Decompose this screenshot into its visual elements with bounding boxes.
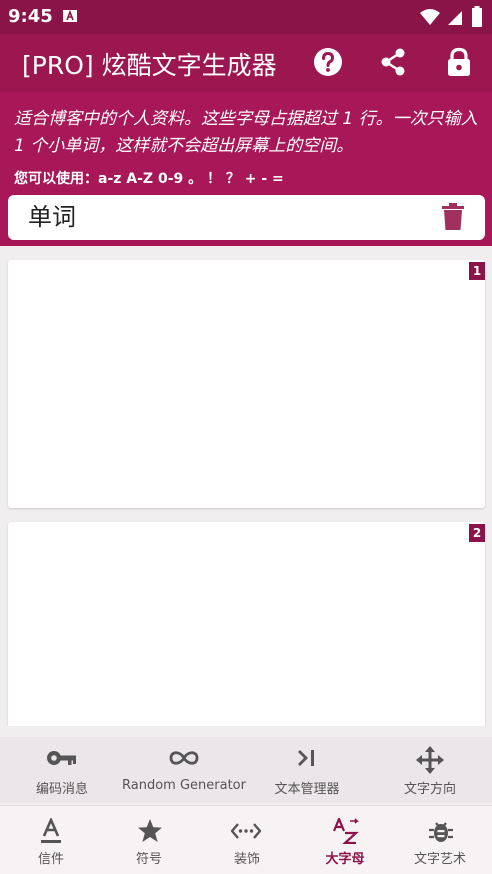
subnav-label: 文本管理器 — [274, 782, 340, 797]
star-icon — [138, 819, 162, 842]
share-icon[interactable] — [377, 46, 409, 78]
notification-icon — [63, 9, 77, 22]
page-title: [PRO] 炫酷文字生成器 — [22, 51, 277, 80]
bug-icon — [429, 822, 453, 842]
description-text: 适合博客中的个人资料。这些字母占据超过 1 行。一次只输入 1 个小单词，这样就… — [14, 109, 478, 156]
subnav-label: 文字方向 — [403, 782, 456, 797]
battery-icon — [472, 6, 482, 27]
status-time: 9:45 — [8, 6, 53, 27]
code-dots-icon — [231, 823, 261, 839]
subnav-encode-message[interactable]: 编码消息 — [8, 737, 116, 803]
result-card[interactable]: 1 — [8, 260, 485, 508]
tab-symbols[interactable]: 符号 — [100, 806, 198, 874]
sort-az-icon — [332, 818, 359, 844]
word-input-box — [8, 195, 485, 240]
signal-icon — [448, 11, 462, 25]
result-list[interactable]: 1 2 — [0, 246, 492, 726]
secondary-nav: 编码消息 Random Generator 文本管理器 文字方向 — [0, 737, 492, 803]
card-index-badge: 2 — [469, 524, 485, 542]
text-cursor-icon — [298, 750, 314, 766]
tab-big-letters[interactable]: 大字母 — [296, 806, 394, 874]
subnav-random-generator[interactable]: Random Generator — [122, 737, 246, 803]
word-input[interactable] — [28, 200, 428, 234]
allowed-chars-text: 您可以使用：a-z A-Z 0-9 。 ！ ？ + - = — [14, 171, 284, 187]
subnav-label: Random Generator — [122, 778, 246, 793]
lock-icon[interactable] — [443, 46, 475, 78]
subnav-text-direction[interactable]: 文字方向 — [374, 737, 486, 803]
move-arrows-icon — [416, 746, 444, 774]
tab-label: 符号 — [135, 852, 162, 867]
bottom-nav: 信件 符号 装饰 大字母 文字艺术 — [0, 805, 492, 874]
tab-label: 装饰 — [233, 852, 260, 867]
subnav-label: 编码消息 — [35, 782, 88, 797]
tab-decorations[interactable]: 装饰 — [198, 806, 296, 874]
tab-label: 文字艺术 — [413, 852, 466, 867]
app-bar: [PRO] 炫酷文字生成器 — [0, 34, 492, 92]
tab-letters[interactable]: 信件 — [2, 806, 100, 874]
wifi-icon — [420, 9, 440, 25]
key-icon — [47, 751, 76, 765]
card-index-badge: 1 — [469, 262, 485, 280]
subnav-text-manager[interactable]: 文本管理器 — [256, 737, 358, 803]
result-card[interactable]: 2 — [8, 522, 485, 726]
tab-text-art[interactable]: 文字艺术 — [391, 806, 489, 874]
tab-label: 大字母 — [325, 852, 365, 867]
status-bar: 9:45 — [0, 0, 492, 34]
trash-icon[interactable] — [441, 203, 465, 231]
letter-a-icon — [41, 818, 61, 843]
tab-label: 信件 — [37, 852, 64, 867]
help-icon[interactable] — [312, 46, 344, 78]
infinity-icon — [169, 751, 199, 765]
